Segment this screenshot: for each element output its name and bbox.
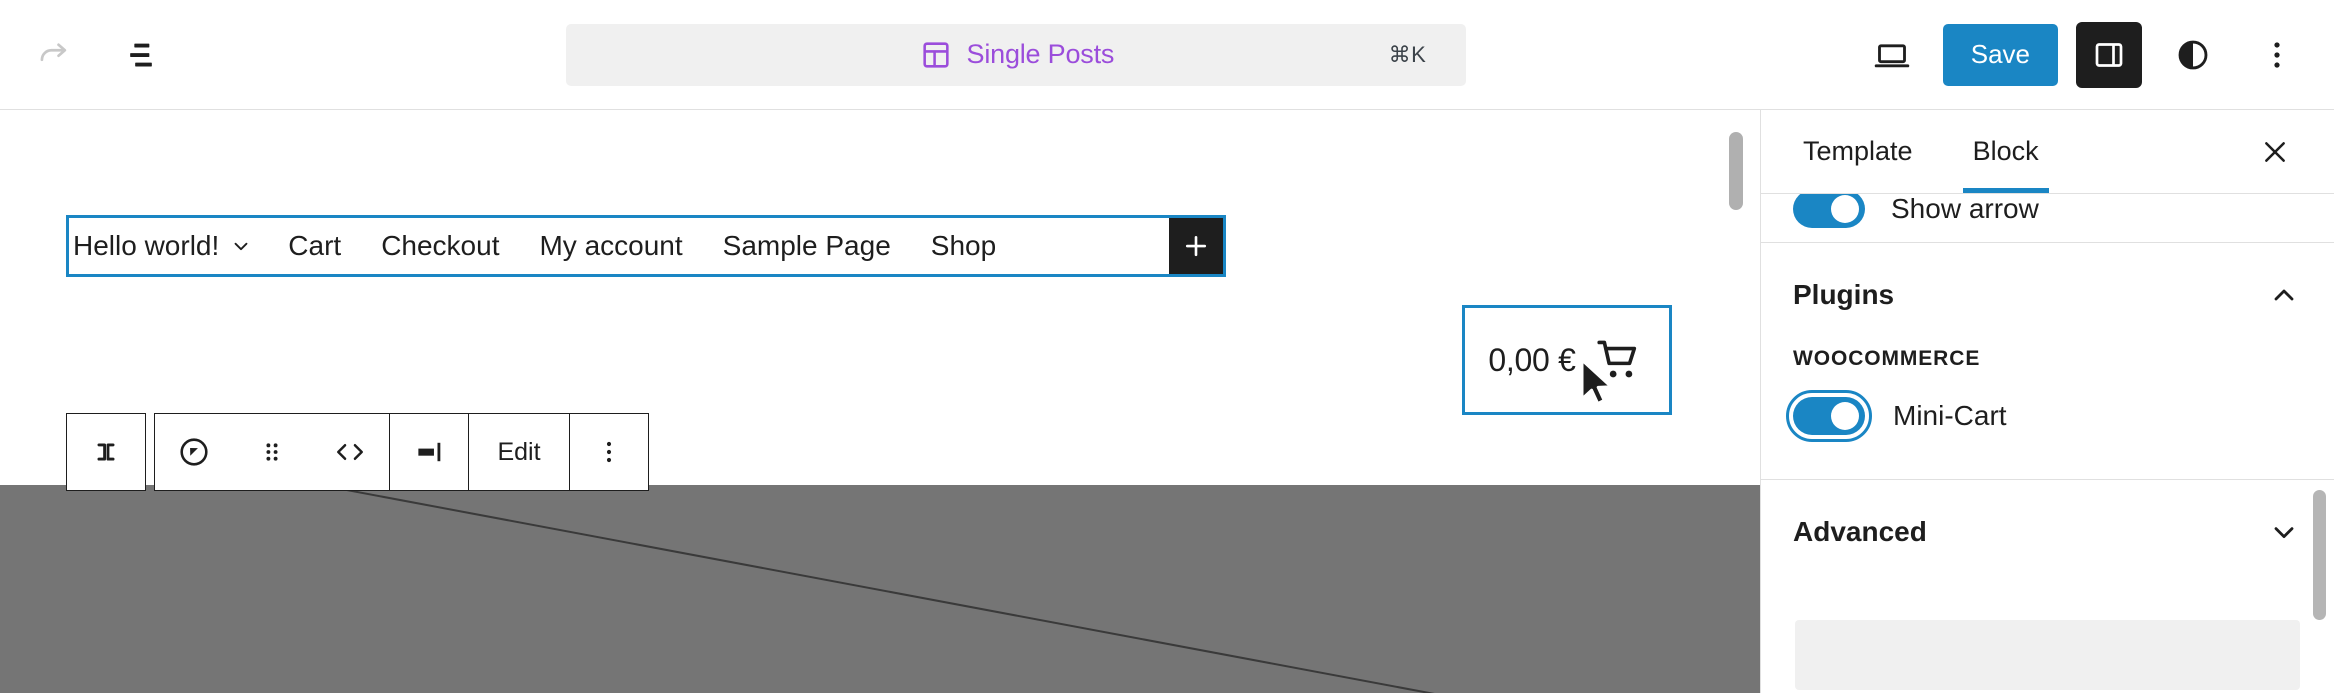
preview-button[interactable] bbox=[1859, 22, 1925, 88]
mini-cart-label: Mini-Cart bbox=[1893, 400, 2007, 431]
mini-cart-block[interactable]: 0,00 € bbox=[1462, 305, 1672, 415]
mini-cart-price: 0,00 € bbox=[1488, 341, 1576, 378]
advanced-panel-header[interactable]: Advanced bbox=[1761, 480, 2334, 584]
block-toolbar-main-group: Edit bbox=[154, 413, 649, 491]
navigation-compass-icon bbox=[176, 434, 212, 470]
show-arrow-toggle[interactable] bbox=[1793, 194, 1865, 228]
nav-item-shop[interactable]: Shop bbox=[917, 230, 1022, 262]
select-parent-icon bbox=[89, 435, 123, 469]
toggle-knob bbox=[1831, 195, 1859, 223]
move-block-button[interactable] bbox=[311, 414, 389, 490]
navigation-block[interactable]: Hello world! Cart Checkout My account Sa… bbox=[66, 215, 1226, 277]
advanced-panel-title: Advanced bbox=[1793, 516, 1927, 547]
show-arrow-row: Show arrow bbox=[1761, 194, 2334, 242]
nav-item-cart[interactable]: Cart bbox=[274, 230, 367, 262]
align-button[interactable] bbox=[390, 414, 468, 490]
nav-item-label: Shop bbox=[930, 230, 997, 261]
mini-cart-toggle-row: Mini-Cart bbox=[1761, 390, 2334, 479]
command-bar-content: Single Posts bbox=[919, 38, 1115, 72]
block-type-button[interactable] bbox=[155, 414, 233, 490]
mini-cart-toggle[interactable] bbox=[1786, 390, 1872, 442]
block-toolbar: Edit bbox=[66, 413, 649, 491]
settings-sidebar: Template Block Show arrow Plugins WOOCOM… bbox=[1760, 110, 2334, 693]
more-options-button[interactable] bbox=[2244, 22, 2310, 88]
sidebar-scrollbar[interactable] bbox=[2311, 110, 2329, 693]
block-toolbar-segment-block bbox=[155, 414, 390, 490]
drag-handle-icon bbox=[256, 436, 288, 468]
drag-handle-button[interactable] bbox=[233, 414, 311, 490]
move-left-right-icon bbox=[329, 435, 371, 469]
block-toolbar-segment-align bbox=[390, 414, 469, 490]
settings-sidebar-toggle[interactable] bbox=[2076, 21, 2142, 88]
close-sidebar-button[interactable] bbox=[2246, 123, 2304, 181]
command-bar-shortcut: ⌘K bbox=[1388, 41, 1427, 67]
nav-item-label: Checkout bbox=[381, 230, 500, 261]
styles-button[interactable] bbox=[2160, 22, 2226, 88]
sidebar-scrollbar-thumb[interactable] bbox=[2313, 490, 2326, 620]
tab-block[interactable]: Block bbox=[1962, 110, 2049, 193]
redo-arrow-icon bbox=[34, 36, 72, 74]
canvas-scrollbar-thumb[interactable] bbox=[1729, 132, 1743, 210]
chevron-up-icon bbox=[2268, 279, 2300, 311]
show-arrow-label: Show arrow bbox=[1891, 194, 2039, 224]
document-overview-button[interactable] bbox=[108, 22, 174, 88]
plugins-panel-header[interactable]: Plugins bbox=[1761, 243, 2334, 347]
editor-header: Single Posts ⌘K Save bbox=[0, 0, 2334, 110]
align-right-icon bbox=[412, 435, 446, 469]
template-layout-icon bbox=[919, 38, 953, 72]
settings-sidebar-icon bbox=[2091, 37, 2127, 73]
nav-item-sample-page[interactable]: Sample Page bbox=[709, 230, 917, 262]
toggle-knob bbox=[1831, 402, 1859, 430]
woocommerce-group-label: WOOCOMMERCE bbox=[1793, 347, 1981, 370]
chevron-down-icon bbox=[230, 235, 252, 257]
plugins-panel-title: Plugins bbox=[1793, 279, 1895, 310]
nav-item-label: Cart bbox=[288, 230, 342, 261]
nav-item-label: Hello world! bbox=[73, 230, 220, 261]
chevron-down-icon bbox=[2268, 516, 2300, 548]
command-center-button[interactable]: Single Posts ⌘K bbox=[566, 23, 1467, 86]
tab-template[interactable]: Template bbox=[1793, 110, 1923, 193]
nav-item-label: My account bbox=[539, 230, 683, 261]
advanced-panel: Advanced bbox=[1761, 479, 2334, 690]
advanced-field-box[interactable] bbox=[1795, 620, 2300, 690]
header-center: Single Posts ⌘K bbox=[174, 23, 1859, 86]
plugins-panel: Plugins WOOCOMMERCE Mini-Cart bbox=[1761, 242, 2334, 479]
sidebar-tabs: Template Block bbox=[1761, 110, 2334, 194]
editor-canvas-region: Hello world! Cart Checkout My account Sa… bbox=[0, 110, 1760, 693]
nav-item-my-account[interactable]: My account bbox=[525, 230, 708, 262]
block-more-options-button[interactable] bbox=[570, 414, 648, 490]
edit-button[interactable]: Edit bbox=[469, 414, 569, 490]
document-overview-icon bbox=[121, 35, 161, 75]
header-left-tools bbox=[12, 22, 174, 88]
desktop-preview-icon bbox=[1872, 35, 1912, 75]
shopping-cart-icon bbox=[1592, 333, 1646, 387]
editor-body: Hello world! Cart Checkout My account Sa… bbox=[0, 110, 2334, 693]
more-options-icon bbox=[2259, 37, 2295, 73]
select-parent-block-button[interactable] bbox=[67, 414, 145, 490]
redo-button[interactable] bbox=[20, 22, 86, 88]
image-placeholder-block[interactable] bbox=[0, 485, 1760, 693]
canvas-scrollbar[interactable] bbox=[1726, 110, 1746, 693]
block-toolbar-segment-edit: Edit bbox=[469, 414, 570, 490]
nav-item-checkout[interactable]: Checkout bbox=[367, 230, 525, 262]
close-icon bbox=[2259, 136, 2291, 168]
nav-add-block-button[interactable] bbox=[1169, 218, 1223, 274]
command-bar-title: Single Posts bbox=[966, 39, 1115, 69]
site-editor-window: Single Posts ⌘K Save Hello world! Cart C… bbox=[0, 0, 2334, 693]
nav-item-hello-world[interactable]: Hello world! bbox=[73, 230, 274, 262]
block-toolbar-parent-group bbox=[66, 413, 146, 491]
sidebar-scroll-area: Show arrow Plugins WOOCOMMERCE Mini-Cart… bbox=[1761, 194, 2334, 693]
more-options-icon bbox=[593, 436, 625, 468]
nav-item-label: Sample Page bbox=[722, 230, 891, 261]
block-toolbar-segment-more bbox=[570, 414, 648, 490]
save-button[interactable]: Save bbox=[1942, 23, 2058, 86]
navigation-menu: Hello world! Cart Checkout My account Sa… bbox=[69, 218, 1169, 274]
plus-icon bbox=[1181, 231, 1211, 261]
editor-canvas: Hello world! Cart Checkout My account Sa… bbox=[0, 110, 1760, 693]
styles-contrast-icon bbox=[2174, 36, 2212, 74]
header-right-tools: Save bbox=[1859, 21, 2310, 88]
